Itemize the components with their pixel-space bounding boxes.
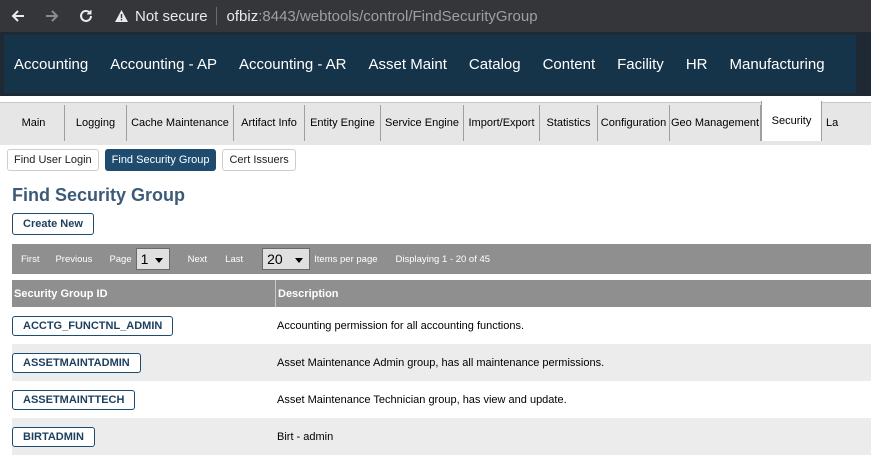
tab-la[interactable]: La — [822, 105, 842, 141]
table-row: BIRTADMIN Birt - admin — [12, 418, 871, 455]
security-group-id-link[interactable]: BIRTADMIN — [12, 426, 95, 447]
page-select-value: 1 — [140, 251, 149, 267]
forward-icon[interactable] — [40, 4, 64, 28]
url-divider — [215, 7, 217, 25]
first-page-link[interactable]: First — [21, 254, 39, 265]
tab-service-engine[interactable]: Service Engine — [381, 105, 464, 141]
webtools-tabs: Main Logging Cache Maintenance Artifact Inf… — [3, 101, 842, 141]
table-body: ACCTG_FUNCTNL_ADMIN Accounting permission… — [12, 307, 871, 455]
security-group-id-cell: ASSETMAINTTECH — [12, 389, 277, 410]
column-header-description[interactable]: Description — [276, 288, 339, 300]
find-security-group-button[interactable]: Find Security Group — [104, 149, 217, 171]
table-row: ASSETMAINTTECH Asset Maintenance Technici… — [12, 381, 871, 418]
app-menu-item-asset-maint[interactable]: Asset Maint — [358, 56, 458, 73]
tab-main[interactable]: Main — [3, 105, 65, 141]
last-page-link[interactable]: Last — [225, 254, 243, 265]
security-group-id-link[interactable]: ACCTG_FUNCTNL_ADMIN — [12, 315, 174, 336]
app-menu-item-catalog[interactable]: Catalog — [458, 56, 532, 73]
description-cell: Asset Maintenance Admin group, has all m… — [277, 356, 605, 369]
tab-strip: Main Logging Cache Maintenance Artifact Inf… — [0, 96, 871, 145]
create-new-button[interactable]: Create New — [12, 213, 94, 235]
displaying-count: Displaying 1 - 20 of 45 — [395, 253, 491, 265]
tab-cache-maintenance[interactable]: Cache Maintenance — [127, 105, 234, 141]
security-group-table: Security Group ID Description ACCTG_FUNC… — [12, 280, 871, 455]
app-menu: Accounting Accounting - AP Accounting - AR… — [4, 35, 856, 93]
app-navigation: Accounting Accounting - AP Accounting - AR… — [0, 32, 871, 96]
app-menu-item-accounting-ap[interactable]: Accounting - AP — [99, 56, 228, 73]
tab-entity-engine[interactable]: Entity Engine — [305, 105, 381, 141]
not-secure-label: Not secure — [135, 7, 208, 25]
address-bar[interactable]: ofbiz:8443/webtools/control/FindSecurity… — [227, 8, 538, 25]
tab-artifact-info[interactable]: Artifact Info — [234, 105, 305, 141]
sub-navigation: Find User Login Find Security Group Cert I… — [7, 149, 296, 171]
app-menu-item-accounting-ar[interactable]: Accounting - AR — [228, 56, 358, 73]
url-host: ofbiz — [226, 7, 259, 25]
chevron-down-icon — [154, 258, 163, 263]
next-page-link[interactable]: Next — [188, 254, 208, 265]
security-group-id-cell: BIRTADMIN — [12, 426, 277, 447]
description-cell: Accounting permission for all accounting… — [277, 319, 525, 332]
security-indicator[interactable]: Not secure — [114, 8, 208, 25]
tab-configuration[interactable]: Configuration — [598, 105, 670, 141]
warning-icon — [115, 10, 128, 22]
table-header: Security Group ID Description — [12, 280, 871, 307]
description-cell: Asset Maintenance Technician group, has … — [277, 393, 567, 406]
page-select[interactable]: 1 — [135, 248, 170, 270]
app-menu-item-hr[interactable]: HR — [675, 56, 719, 73]
description-cell: Birt - admin — [277, 430, 334, 443]
tab-statistics[interactable]: Statistics — [540, 105, 598, 141]
security-group-id-cell: ASSETMAINTADMIN — [12, 352, 277, 373]
items-per-page-label: Items per page — [314, 253, 378, 265]
browser-toolbar: Not secure ofbiz:8443/webtools/control/F… — [0, 0, 871, 32]
security-group-id-link[interactable]: ASSETMAINTADMIN — [12, 352, 141, 373]
column-header-id[interactable]: Security Group ID — [12, 280, 276, 307]
page-size-value: 20 — [267, 251, 283, 267]
back-icon[interactable] — [6, 4, 30, 28]
app-menu-item-accounting[interactable]: Accounting — [4, 56, 99, 73]
chevron-down-icon — [295, 258, 304, 263]
app-menu-item-content[interactable]: Content — [532, 56, 607, 73]
tab-geo-management[interactable]: Geo Management — [670, 105, 761, 141]
app-menu-item-manufacturing[interactable]: Manufacturing — [718, 56, 835, 73]
tab-security[interactable]: Security — [761, 101, 822, 141]
page-size-select[interactable]: 20 — [262, 248, 311, 270]
table-row: ACCTG_FUNCTNL_ADMIN Accounting permission… — [12, 307, 871, 344]
table-row: ASSETMAINTADMIN Asset Maintenance Admin g… — [12, 344, 871, 381]
url-path: :8443/webtools/control/FindSecurityGroup — [258, 7, 538, 25]
reload-icon[interactable] — [74, 4, 98, 28]
cert-issuers-button[interactable]: Cert Issuers — [222, 149, 296, 171]
page-label: Page — [109, 253, 132, 265]
tab-import-export[interactable]: Import/Export — [464, 105, 540, 141]
pagination-bar: First Previous Page 1 Next Last 20 Items… — [12, 244, 871, 274]
security-group-id-cell: ACCTG_FUNCTNL_ADMIN — [12, 315, 277, 336]
tab-logging[interactable]: Logging — [65, 105, 127, 141]
security-group-id-link[interactable]: ASSETMAINTTECH — [12, 389, 136, 410]
previous-page-link[interactable]: Previous — [55, 254, 92, 265]
page-title: Find Security Group — [12, 185, 186, 205]
find-user-login-button[interactable]: Find User Login — [7, 149, 99, 171]
app-menu-item-facility[interactable]: Facility — [606, 56, 675, 73]
